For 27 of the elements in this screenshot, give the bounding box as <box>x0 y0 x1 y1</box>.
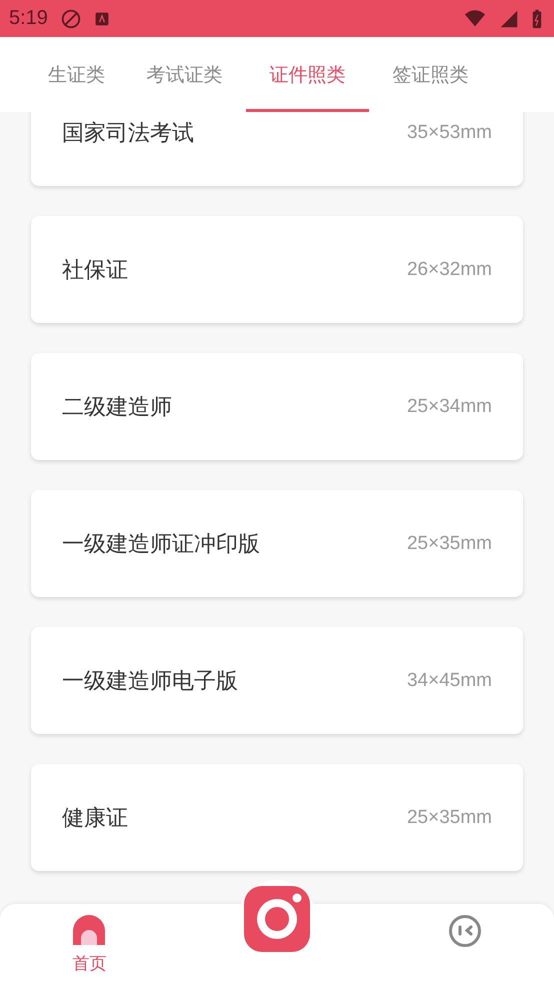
size-dimensions: 25×35mm <box>406 532 492 554</box>
size-card[interactable]: 一级建造师电子版 34×45mm <box>31 627 523 734</box>
size-dimensions: 26×32mm <box>406 258 492 280</box>
category-tab[interactable]: 生证类 <box>0 37 123 112</box>
nav-tab[interactable]: 首页 <box>59 914 120 975</box>
size-dimensions: 25×35mm <box>406 806 492 828</box>
size-card[interactable]: 国家司法考试 35×53mm <box>31 112 523 186</box>
size-card[interactable]: 一级建造师证冲印版 25×35mm <box>31 490 523 597</box>
size-name: 国家司法考试 <box>62 120 194 148</box>
size-card[interactable]: 健康证 25×35mm <box>31 764 523 871</box>
size-name: 社保证 <box>62 256 128 284</box>
size-name: 一级建造师证冲印版 <box>62 530 260 558</box>
category-tab[interactable]: 签证照类 <box>369 37 492 112</box>
clock-time: 5:19 <box>9 7 48 30</box>
home-icon <box>72 914 106 948</box>
size-name: 一级建造师电子版 <box>62 668 238 696</box>
size-dimensions: 25×34mm <box>406 396 492 418</box>
notification-icon <box>94 10 110 26</box>
battery-icon <box>532 8 542 30</box>
face-icon <box>448 914 482 948</box>
size-name: 健康证 <box>62 804 128 832</box>
size-name: 二级建造师 <box>62 394 172 422</box>
size-card[interactable]: 社保证 26×32mm <box>31 216 523 323</box>
category-tab[interactable]: 考试证类 <box>123 37 246 112</box>
size-card[interactable]: 二级建造师 25×34mm <box>31 353 523 460</box>
size-dimensions: 35×53mm <box>406 122 492 144</box>
size-dimensions: 34×45mm <box>406 670 492 692</box>
